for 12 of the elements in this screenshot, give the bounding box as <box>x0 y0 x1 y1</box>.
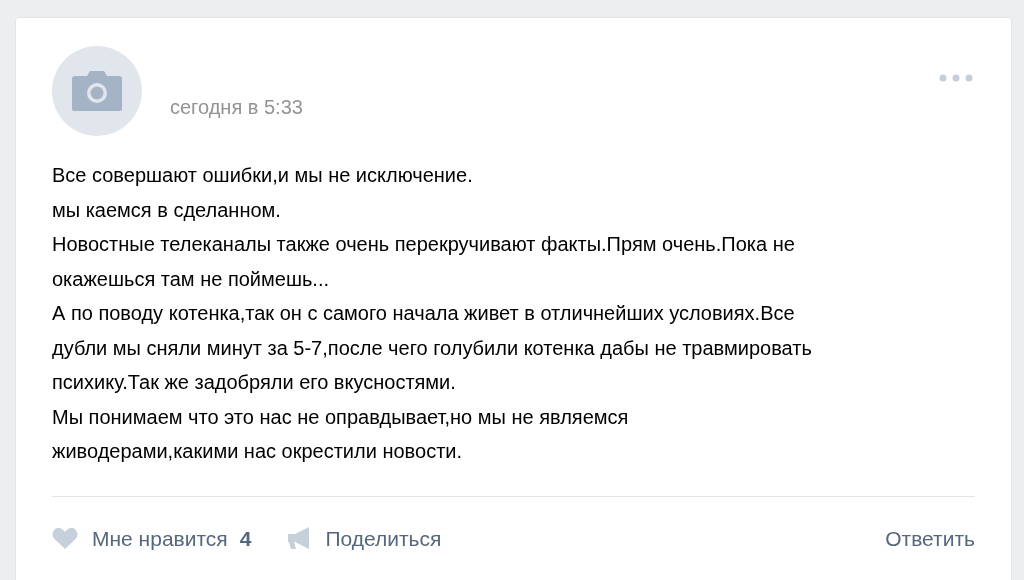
post-paragraph: Новостные телеканалы также очень перекручивают факты.Прям очень.Пока не окажешься там не поймешь... <box>52 232 795 292</box>
like-button[interactable]: Мне нравится 4 <box>52 522 252 554</box>
post-paragraph: мы каемся в сделанном. <box>52 197 281 223</box>
share-button[interactable]: Поделиться <box>287 522 442 554</box>
more-icon[interactable] <box>939 74 973 82</box>
like-count: 4 <box>239 525 252 552</box>
post-time[interactable]: сегодня в 5:33 <box>170 92 303 122</box>
reply-button[interactable]: Ответить <box>885 522 975 554</box>
camera-icon <box>71 70 123 112</box>
post-paragraph: А по поводу котенка,так он с самого начала живет в отличнейших условиях.Все дубли мы сняли минут за 5-7,после чего голубили котенка дабы не травмировать психику.Так же задобряли его вкусностями. <box>52 301 812 395</box>
post-paragraph: Все совершают ошибки,и мы не исключение. <box>52 163 473 188</box>
post-paragraph: Мы понимаем что это нас не оправдывает,но мы не являемся живодерами,какими нас окрестили новости. <box>52 404 629 464</box>
